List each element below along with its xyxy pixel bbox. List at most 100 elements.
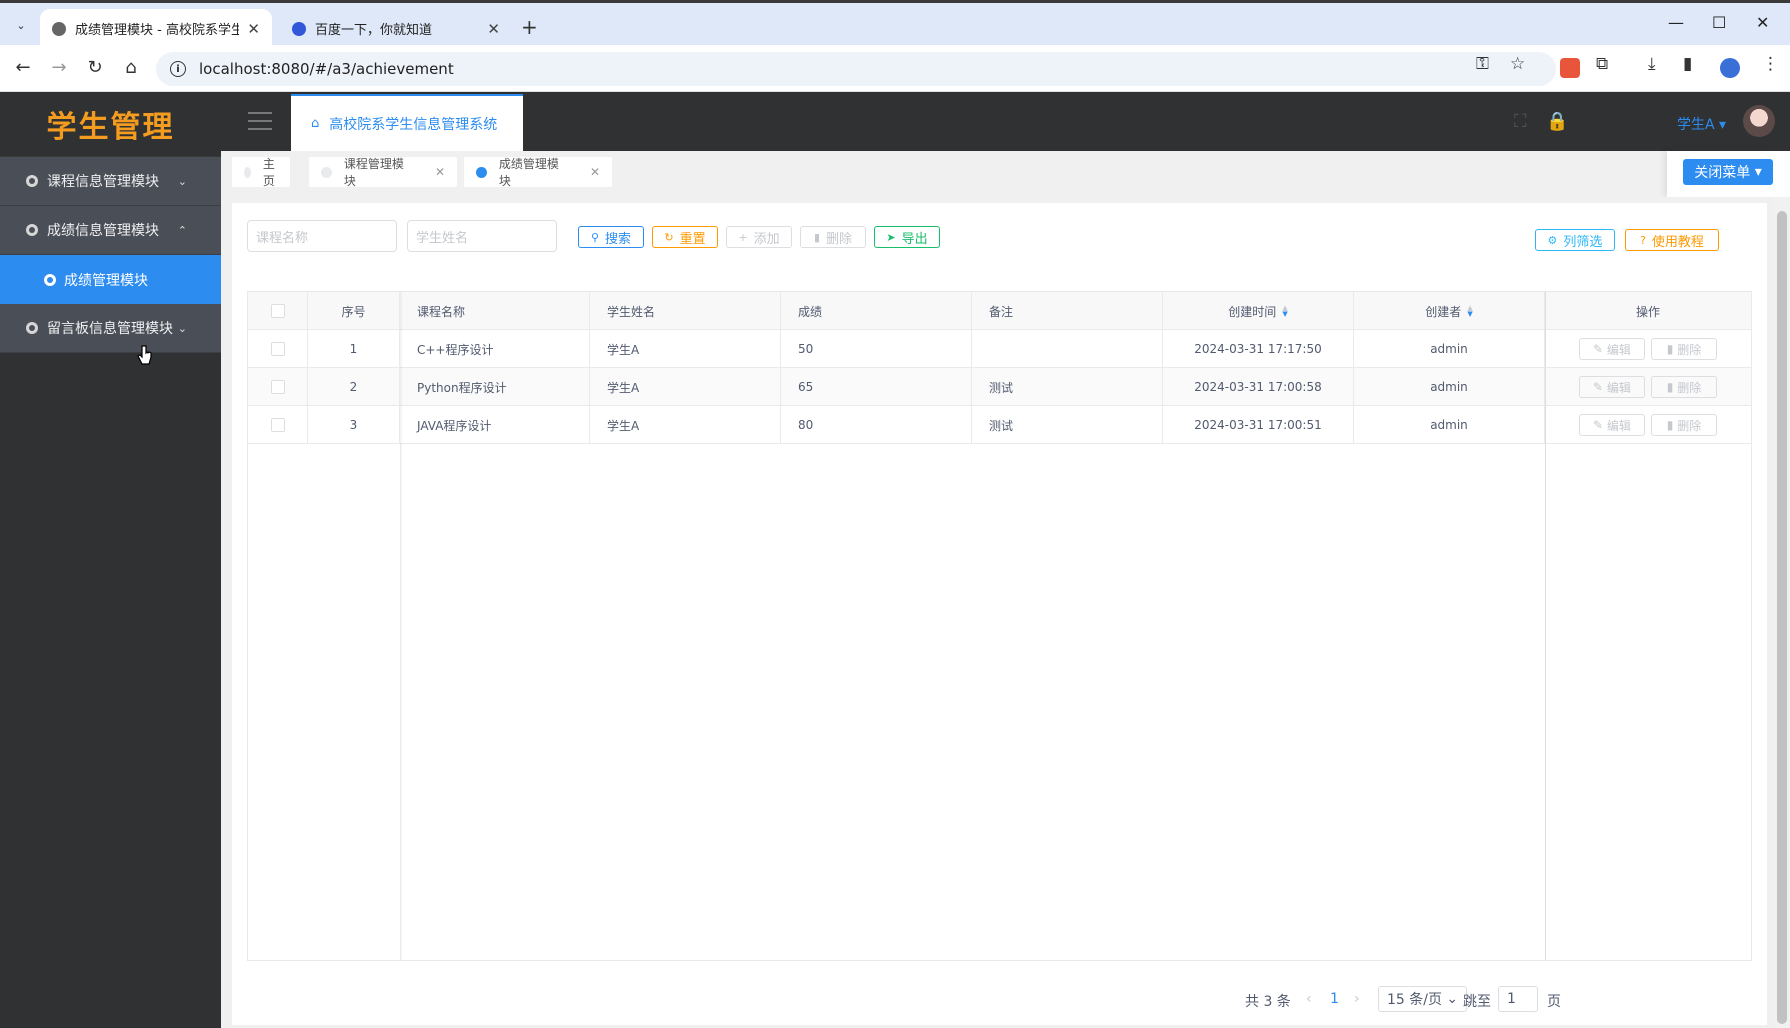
- side-panel-icon[interactable]: ▮: [1683, 54, 1692, 74]
- sidebar-subitem-score-manage[interactable]: 成绩管理模块: [0, 255, 221, 304]
- home-icon[interactable]: ⌂: [119, 57, 143, 78]
- col-header-creator[interactable]: 创建者 ▲ ▼: [1354, 292, 1545, 330]
- download-icon[interactable]: ⤓: [1648, 54, 1656, 74]
- profile-icon[interactable]: [1720, 58, 1740, 78]
- fullscreen-icon[interactable]: ⛶: [1514, 111, 1527, 132]
- cell-score: 80: [781, 406, 972, 444]
- row-checkbox[interactable]: [270, 380, 285, 394]
- prev-page-icon[interactable]: ‹: [1306, 991, 1312, 1007]
- cell-no: 1: [308, 330, 400, 368]
- search-button[interactable]: ⚲ 搜索: [578, 226, 644, 248]
- cell-remark: [972, 330, 1163, 368]
- app-logo: 学生管理: [0, 92, 221, 157]
- column-filter-button[interactable]: ⚙ 列筛选: [1535, 229, 1615, 251]
- star-icon[interactable]: ☆: [1510, 54, 1525, 74]
- chevron-up-icon: ⌃: [177, 223, 187, 237]
- forward-icon[interactable]: →: [47, 57, 71, 78]
- browser-tab-active[interactable]: 成绩管理模块 - 高校院系学生信 ✕: [40, 9, 272, 48]
- sidebar-item-label: 课程信息管理模块: [47, 174, 159, 190]
- cell-no: 2: [308, 368, 400, 406]
- cell-score: 50: [781, 330, 972, 368]
- hamburger-icon[interactable]: [248, 112, 272, 130]
- back-icon[interactable]: ←: [11, 57, 35, 78]
- table-row: 3 JAVA程序设计 学生A 80 测试 2024-03-31 17:00:51…: [248, 406, 1751, 444]
- row-checkbox[interactable]: [270, 342, 285, 356]
- add-button[interactable]: + 添加: [726, 226, 792, 248]
- table-row: 2 Python程序设计 学生A 65 测试 2024-03-31 17:00:…: [248, 368, 1751, 406]
- tutorial-button[interactable]: ? 使用教程: [1625, 229, 1719, 251]
- page-item-1[interactable]: 1: [1330, 991, 1339, 1007]
- close-tag-icon[interactable]: ✕: [590, 165, 600, 179]
- cell-no: 3: [308, 406, 400, 444]
- row-delete-button[interactable]: ▮ 删除: [1651, 376, 1717, 398]
- sidebar-item-score-info[interactable]: 成绩信息管理模块 ⌃: [0, 206, 221, 255]
- row-delete-button[interactable]: ▮ 删除: [1651, 414, 1717, 436]
- tag-score-manage[interactable]: 成绩管理模块 ✕: [464, 157, 612, 188]
- next-page-icon[interactable]: ›: [1354, 991, 1360, 1007]
- cell-course: JAVA程序设计: [400, 406, 590, 444]
- close-menu-button[interactable]: 关闭菜单 ▾: [1683, 159, 1773, 185]
- url-text: localhost:8080/#/a3/achievement: [199, 60, 454, 78]
- close-tab-icon[interactable]: ✕: [247, 20, 260, 38]
- course-name-input[interactable]: 课程名称: [247, 220, 397, 252]
- extension-c-icon[interactable]: [1560, 58, 1580, 78]
- tag-label: 成绩管理模块: [498, 157, 559, 188]
- edit-button[interactable]: ✎ 编辑: [1579, 376, 1645, 398]
- user-dropdown[interactable]: 学生A ▾: [1677, 114, 1726, 134]
- student-name-input[interactable]: 学生姓名: [407, 220, 557, 252]
- close-tab-icon[interactable]: ✕: [487, 20, 500, 38]
- lock-icon[interactable]: 🔒: [1546, 111, 1568, 132]
- row-delete-button[interactable]: ▮ 删除: [1651, 338, 1717, 360]
- minimize-icon[interactable]: —: [1668, 13, 1684, 32]
- page-scrollbar[interactable]: [1774, 197, 1790, 1028]
- more-menu-icon[interactable]: ⋮: [1762, 54, 1779, 74]
- sidebar-subitem-label: 成绩管理模块: [64, 272, 148, 289]
- page-size-select[interactable]: 15 条/页 ⌄: [1378, 986, 1468, 1012]
- table-header: 序号 课程名称 学生姓名 成绩 备注 创建时间 ▲ ▼ 创建者 ▲ ▼ 操作: [248, 292, 1751, 330]
- sidebar: 学生管理 课程信息管理模块 ⌄ 成绩信息管理模块 ⌃ 成绩管理模块 留言板信息管…: [0, 92, 221, 1028]
- export-button[interactable]: ➤ 导出: [874, 226, 940, 248]
- sort-icon[interactable]: ▲ ▼: [1282, 305, 1287, 318]
- key-icon[interactable]: ⚿: [1476, 54, 1489, 74]
- jump-input[interactable]: 1: [1498, 986, 1538, 1012]
- mouse-pointer-icon: [137, 345, 152, 365]
- new-tab-button[interactable]: +: [521, 15, 538, 39]
- reset-button[interactable]: ↻ 重置: [652, 226, 718, 248]
- reload-icon[interactable]: ↻: [83, 57, 107, 78]
- cell-created: 2024-03-31 17:00:58: [1163, 368, 1354, 406]
- help-circle-icon: ?: [1640, 233, 1646, 247]
- maximize-icon[interactable]: ☐: [1712, 13, 1726, 32]
- tags-bar: 主页 课程管理模块 ✕ 成绩管理模块 ✕ 关闭菜单 ▾: [221, 151, 1774, 197]
- select-all-checkbox[interactable]: [270, 304, 285, 318]
- puzzle-icon[interactable]: ⧉: [1596, 54, 1608, 74]
- col-header-student: 学生姓名: [590, 292, 781, 330]
- delete-button[interactable]: ▮ 删除: [800, 226, 866, 248]
- close-tag-icon[interactable]: ✕: [435, 165, 445, 179]
- home-icon: ⌂: [311, 116, 320, 131]
- tag-course-manage[interactable]: 课程管理模块 ✕: [309, 157, 457, 188]
- cell-creator: admin: [1354, 368, 1545, 406]
- header-home-tab[interactable]: ⌂ 高校院系学生信息管理系统: [291, 94, 523, 151]
- edit-button[interactable]: ✎ 编辑: [1579, 338, 1645, 360]
- cell-created: 2024-03-31 17:00:51: [1163, 406, 1354, 444]
- close-window-icon[interactable]: ✕: [1756, 13, 1769, 32]
- cell-actions: ✎ 编辑 ▮ 删除: [1545, 406, 1751, 444]
- sidebar-item-course-info[interactable]: 课程信息管理模块 ⌄: [0, 157, 221, 206]
- row-checkbox[interactable]: [270, 418, 285, 432]
- menu-dot-icon: [26, 224, 38, 236]
- cell-actions: ✎ 编辑 ▮ 删除: [1545, 368, 1751, 406]
- col-header-score: 成绩: [781, 292, 972, 330]
- cell-actions: ✎ 编辑 ▮ 删除: [1545, 330, 1751, 368]
- url-field[interactable]: i localhost:8080/#/a3/achievement: [156, 52, 1556, 86]
- sort-icon[interactable]: ▲ ▼: [1467, 305, 1472, 318]
- col-header-created[interactable]: 创建时间 ▲ ▼: [1163, 292, 1354, 330]
- edit-button[interactable]: ✎ 编辑: [1579, 414, 1645, 436]
- tag-home[interactable]: 主页: [232, 157, 290, 188]
- browser-tab[interactable]: 百度一下，你就知道 ✕: [280, 9, 512, 48]
- tab-search-dropdown[interactable]: ⌄: [9, 13, 33, 37]
- sidebar-item-label: 成绩信息管理模块: [47, 223, 159, 239]
- col-header-course: 课程名称: [400, 292, 590, 330]
- avatar[interactable]: [1743, 105, 1775, 137]
- site-info-icon[interactable]: i: [170, 61, 186, 77]
- sidebar-item-message-board[interactable]: 留言板信息管理模块 ⌄: [0, 304, 221, 353]
